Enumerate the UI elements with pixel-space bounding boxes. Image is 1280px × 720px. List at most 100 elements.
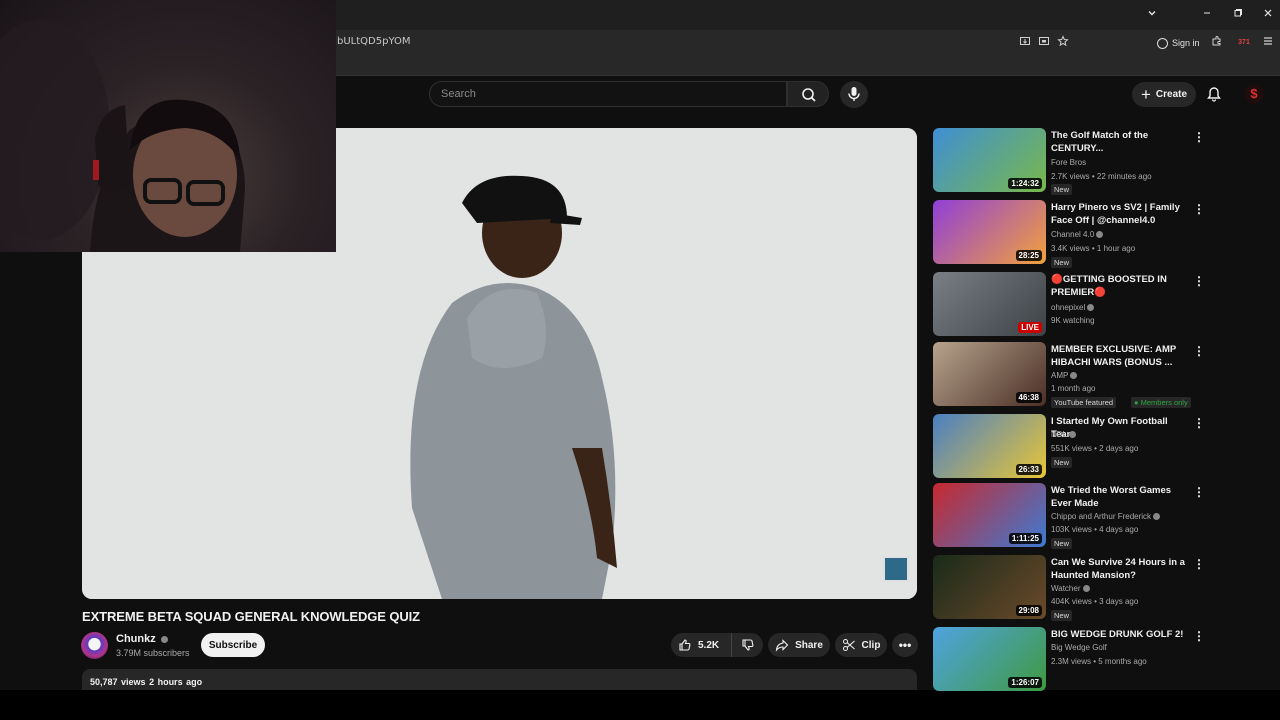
- recommendation-channel[interactable]: Fore Bros: [1051, 158, 1086, 167]
- recommendation-item[interactable]: 29:08 Can We Survive 24 Hours in a Haunt…: [933, 555, 1213, 621]
- recommendation-meta: 404K views • 3 days ago: [1051, 597, 1139, 606]
- share-arrow-icon: [775, 639, 789, 652]
- video-duration: 28:25: [1015, 250, 1042, 261]
- recommendation-channel[interactable]: NDL: [1051, 430, 1077, 439]
- minimize-icon[interactable]: [1197, 6, 1217, 24]
- restore-icon[interactable]: [1228, 6, 1248, 24]
- recommendation-thumbnail[interactable]: 46:38: [933, 342, 1046, 406]
- recommendation-item[interactable]: 26:33 I Started My Own Football Team NDL…: [933, 414, 1213, 478]
- channel-name[interactable]: Chunkz: [116, 633, 156, 645]
- channel-name-wrap[interactable]: Chunkz: [116, 633, 168, 645]
- recommendation-title[interactable]: We Tried the Worst Games Ever Made: [1051, 484, 1189, 510]
- more-horizontal-icon: •••: [898, 638, 912, 652]
- recommendation-thumbnail[interactable]: 1:24:32: [933, 128, 1046, 192]
- recommendation-channel[interactable]: Watcher: [1051, 584, 1090, 593]
- recommendation-item[interactable]: 1:11:25 We Tried the Worst Games Ever Ma…: [933, 483, 1213, 549]
- recommendation-meta: 103K views • 4 days ago: [1051, 525, 1139, 534]
- channel-text[interactable]: NDL: [1051, 430, 1067, 439]
- more-vertical-icon[interactable]: ⋮: [1193, 416, 1205, 430]
- recommendation-item[interactable]: 1:24:32 The Golf Match of the CENTURY...…: [933, 128, 1213, 195]
- webcam-feed: [0, 20, 245, 252]
- more-vertical-icon[interactable]: ⋮: [1193, 557, 1205, 571]
- channel-text[interactable]: Channel 4.0: [1051, 230, 1094, 239]
- subscriber-count: 3.79M subscribers: [116, 648, 190, 658]
- sign-in-button[interactable]: Sign in: [1157, 34, 1200, 52]
- members-only-label: Members only: [1140, 398, 1188, 407]
- url-text[interactable]: bULtQD5pYOM: [337, 36, 411, 47]
- recommendation-channel[interactable]: Channel 4.0: [1051, 230, 1104, 239]
- recommendation-thumbnail[interactable]: 26:33: [933, 414, 1046, 478]
- video-duration: 26:33: [1015, 464, 1042, 475]
- recommendation-channel[interactable]: Chippo and Arthur Frederick: [1051, 512, 1161, 521]
- recommendation-item[interactable]: 28:25 Harry Pinero vs SV2 | Family Face …: [933, 200, 1213, 268]
- more-actions-button[interactable]: •••: [892, 633, 918, 657]
- view-count: 50,787 views: [90, 677, 146, 687]
- verified-badge-icon: [1082, 585, 1090, 593]
- recommendation-title[interactable]: 🔴GETTING BOOSTED IN PREMIER🔴: [1051, 273, 1189, 299]
- notifications-bell-icon[interactable]: [1205, 85, 1223, 103]
- recommendation-meta: 9K watching: [1051, 316, 1095, 325]
- extensions-icon[interactable]: [1209, 35, 1225, 51]
- bookmark-star-icon[interactable]: [1055, 35, 1071, 51]
- search-button[interactable]: [787, 81, 829, 107]
- install-app-icon[interactable]: [1017, 35, 1033, 51]
- more-vertical-icon[interactable]: ⋮: [1193, 485, 1205, 499]
- recommendation-item[interactable]: 1:26:07 BIG WEDGE DRUNK GOLF 2! Big Wedg…: [933, 627, 1213, 691]
- like-count: 5.2K: [698, 639, 720, 651]
- like-dislike-group: 5.2K: [671, 633, 763, 657]
- voice-search-button[interactable]: [840, 81, 868, 108]
- channel-text[interactable]: Watcher: [1051, 584, 1081, 593]
- microphone-icon: [848, 87, 860, 101]
- new-badge: New: [1051, 610, 1073, 621]
- account-avatar[interactable]: $: [1244, 84, 1264, 104]
- sign-in-label: Sign in: [1172, 38, 1200, 48]
- recommendation-channel[interactable]: ohnepixel: [1051, 303, 1095, 312]
- close-icon[interactable]: [1258, 6, 1278, 24]
- more-vertical-icon[interactable]: ⋮: [1193, 344, 1205, 358]
- recommendation-title[interactable]: Can We Survive 24 Hours in a Haunted Man…: [1051, 556, 1189, 582]
- recommendation-channel[interactable]: AMP: [1051, 371, 1078, 380]
- recommendation-item[interactable]: 46:38 MEMBER EXCLUSIVE: AMP HIBACHI WARS…: [933, 342, 1213, 408]
- channel-watermark[interactable]: [883, 556, 909, 582]
- recommendation-meta: 2.3M views • 5 months ago: [1051, 657, 1147, 666]
- search-input[interactable]: [430, 82, 786, 106]
- recommendation-title[interactable]: BIG WEDGE DRUNK GOLF 2!: [1051, 628, 1189, 641]
- upload-age: 2 hours ago: [149, 677, 203, 687]
- share-button[interactable]: Share: [768, 633, 830, 657]
- channel-text[interactable]: Chippo and Arthur Frederick: [1051, 512, 1151, 521]
- recommendation-thumbnail[interactable]: 1:11:25: [933, 483, 1046, 547]
- video-duration: 1:24:32: [1008, 178, 1042, 189]
- more-vertical-icon[interactable]: ⋮: [1193, 629, 1205, 643]
- channel-text[interactable]: AMP: [1051, 371, 1068, 380]
- channel-text[interactable]: Big Wedge Golf: [1051, 643, 1107, 652]
- recommendation-thumbnail[interactable]: 29:08: [933, 555, 1046, 619]
- recommendation-thumbnail[interactable]: 28:25: [933, 200, 1046, 264]
- channel-text[interactable]: ohnepixel: [1051, 303, 1085, 312]
- clip-button[interactable]: Clip: [835, 633, 887, 657]
- extension-badge[interactable]: 371: [1236, 35, 1252, 51]
- recommendation-title[interactable]: The Golf Match of the CENTURY...: [1051, 129, 1189, 155]
- profile-icon: [1157, 37, 1168, 49]
- recommendation-title[interactable]: Harry Pinero vs SV2 | Family Face Off | …: [1051, 201, 1189, 227]
- browser-menu-icon[interactable]: [1260, 35, 1276, 51]
- recommendation-thumbnail[interactable]: LIVE: [933, 272, 1046, 336]
- cast-icon[interactable]: [1036, 35, 1052, 51]
- tab-list-chevron-icon[interactable]: [1142, 6, 1162, 24]
- like-button[interactable]: 5.2K: [671, 633, 732, 657]
- channel-text[interactable]: Fore Bros: [1051, 158, 1086, 167]
- search-box[interactable]: [429, 81, 787, 107]
- webcam-overlay: [0, 0, 336, 252]
- more-vertical-icon[interactable]: ⋮: [1193, 130, 1205, 144]
- recommendation-channel[interactable]: Big Wedge Golf: [1051, 643, 1107, 652]
- more-vertical-icon[interactable]: ⋮: [1193, 274, 1205, 288]
- more-vertical-icon[interactable]: ⋮: [1193, 202, 1205, 216]
- taskbar: [0, 690, 1280, 720]
- dislike-button[interactable]: [732, 633, 763, 657]
- search-icon: [802, 88, 816, 102]
- recommendation-title[interactable]: MEMBER EXCLUSIVE: AMP HIBACHI WARS (BONU…: [1051, 343, 1189, 369]
- channel-avatar[interactable]: [81, 632, 108, 659]
- recommendation-thumbnail[interactable]: 1:26:07: [933, 627, 1046, 691]
- create-button[interactable]: + Create: [1132, 82, 1196, 107]
- subscribe-button[interactable]: Subscribe: [201, 633, 265, 657]
- recommendation-item[interactable]: LIVE 🔴GETTING BOOSTED IN PREMIER🔴 ohnepi…: [933, 272, 1213, 336]
